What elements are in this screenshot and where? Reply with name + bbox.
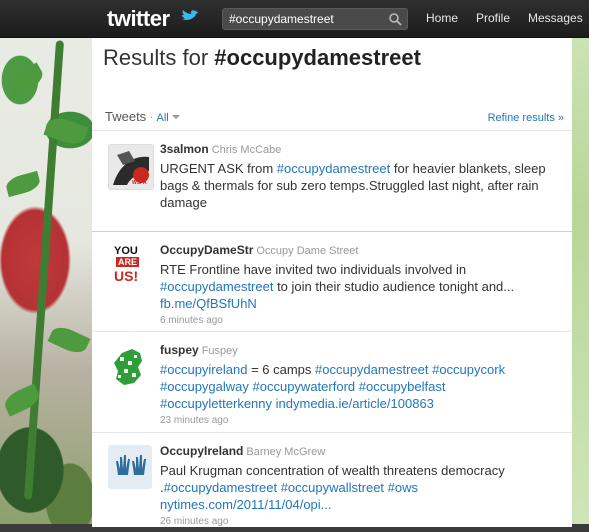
results-query: #occupydamestreet (214, 45, 421, 70)
tweet-body: OccupyDameStr Occupy Dame Street RTE Fron… (160, 241, 560, 326)
tweet-timestamp[interactable]: 6 minutes ago (160, 315, 560, 326)
tweet-timestamp[interactable]: 26 minutes ago (160, 516, 560, 527)
tweet-link[interactable]: #occupycork (432, 362, 505, 377)
tweet-link[interactable]: #occupyireland (160, 362, 247, 377)
tweet-item[interactable]: YOU ARE US! OccupyDameStr Occupy Dame Str… (92, 231, 572, 331)
tweet-filter: Tweets · All (105, 109, 180, 124)
tweet-link[interactable]: #occupybelfast (359, 379, 446, 394)
bird-icon (182, 10, 199, 20)
tweet-link[interactable]: nytimes.com/2011/11/04/opi... (160, 497, 332, 512)
tweet-link[interactable]: #occupydamestreet (277, 161, 390, 176)
tweet-username[interactable]: OccupyIreland (160, 444, 243, 458)
avatar-badge: WSPA (132, 180, 147, 186)
tweet-link[interactable]: #occupydamestreet (164, 480, 277, 495)
avatar[interactable] (108, 445, 152, 489)
mural-leaf (4, 170, 42, 198)
mural-right (571, 0, 589, 532)
mural-stem (23, 40, 65, 500)
mural-leaf (47, 322, 91, 358)
refine-results-link[interactable]: Refine results » (488, 112, 564, 124)
tweet-link[interactable]: #occupygalway (160, 379, 249, 394)
page-title: Results for #occupydamestreet (103, 45, 421, 71)
tweet-username[interactable]: fuspey (160, 343, 199, 357)
tweet-realname: Chris McCabe (211, 144, 282, 156)
mural-leaf (5, 62, 47, 98)
tweet-body: 3salmon Chris McCabe URGENT ASK from #occ… (160, 140, 560, 211)
avatar[interactable] (108, 345, 152, 389)
tweet-username[interactable]: 3salmon (160, 142, 209, 156)
tweet-text: RTE Frontline have invited two individua… (160, 261, 560, 312)
avatar[interactable]: YOU ARE US! (108, 244, 152, 288)
tweet-item[interactable]: fuspey Fuspey #occupyireland = 6 camps #o… (92, 331, 572, 432)
tweet-text: URGENT ASK from #occupydamestreet for he… (160, 160, 560, 211)
tweet-link[interactable]: #occupydamestreet (160, 279, 273, 294)
avatar-line3: US! (114, 268, 139, 284)
filter-all-dropdown[interactable]: All (157, 112, 169, 124)
search-results-panel: Results for #occupydamestreet Tweets · All… (92, 37, 572, 527)
tweet-realname: Occupy Dame Street (256, 245, 359, 257)
tweet-text-segment: RTE Frontline have invited two individua… (160, 262, 467, 277)
tweet-realname: Fuspey (201, 345, 238, 357)
tweet-body: fuspey Fuspey #occupyireland = 6 camps #o… (160, 341, 560, 426)
search-input[interactable] (223, 9, 389, 29)
tweet-link[interactable]: #occupywaterford (253, 379, 356, 394)
avatar-line2: ARE (116, 257, 140, 267)
mural-left (0, 0, 92, 532)
avatar-line1: YOU (114, 245, 138, 257)
tweet-item[interactable]: WSPA 3salmon Chris McCabe URGENT ASK from… (92, 130, 572, 231)
tweet-link[interactable]: #occupyletterkenny (160, 396, 272, 411)
avatar[interactable]: WSPA (108, 144, 154, 190)
nav-messages[interactable]: Messages (528, 11, 583, 25)
tweet-link[interactable]: fb.me/QfBSfUhN (160, 296, 257, 311)
tweet-text: #occupyireland = 6 camps #occupydamestre… (160, 361, 560, 412)
tweet-username[interactable]: OccupyDameStr (160, 243, 253, 257)
tweet-item[interactable]: OccupyIreland Barney McGrew Paul Krugman … (92, 432, 572, 527)
tweets-label: Tweets (105, 109, 147, 124)
tweet-text: Paul Krugman concentration of wealth thr… (160, 462, 560, 513)
twitter-logo[interactable]: twitter (107, 6, 170, 32)
search-box (222, 8, 408, 30)
top-bar: twitter Home Profile Messages (0, 0, 589, 38)
nav-profile[interactable]: Profile (476, 11, 510, 25)
tweet-realname: Barney McGrew (246, 446, 326, 458)
chevron-down-icon[interactable] (171, 115, 180, 119)
tweet-body: OccupyIreland Barney McGrew Paul Krugman … (160, 442, 560, 527)
tweet-link[interactable]: #occupydamestreet (315, 362, 428, 377)
tweet-text-segment: URGENT ASK from (160, 161, 277, 176)
tweet-text-segment: = 6 camps (247, 362, 316, 377)
hands-icon (108, 445, 152, 489)
tweet-link[interactable]: indymedia.ie/article/100863 (276, 396, 434, 411)
results-prefix: Results for (103, 45, 209, 70)
search-icon[interactable] (388, 12, 402, 26)
nav-home[interactable]: Home (426, 11, 458, 25)
tweet-text-segment: to join their studio audience tonight an… (273, 279, 515, 294)
ireland-map-icon (108, 345, 152, 389)
tweet-link[interactable]: #occupywallstreet (281, 480, 384, 495)
tweet-link[interactable]: #ows (388, 480, 418, 495)
tweet-timestamp[interactable]: 23 minutes ago (160, 415, 560, 426)
